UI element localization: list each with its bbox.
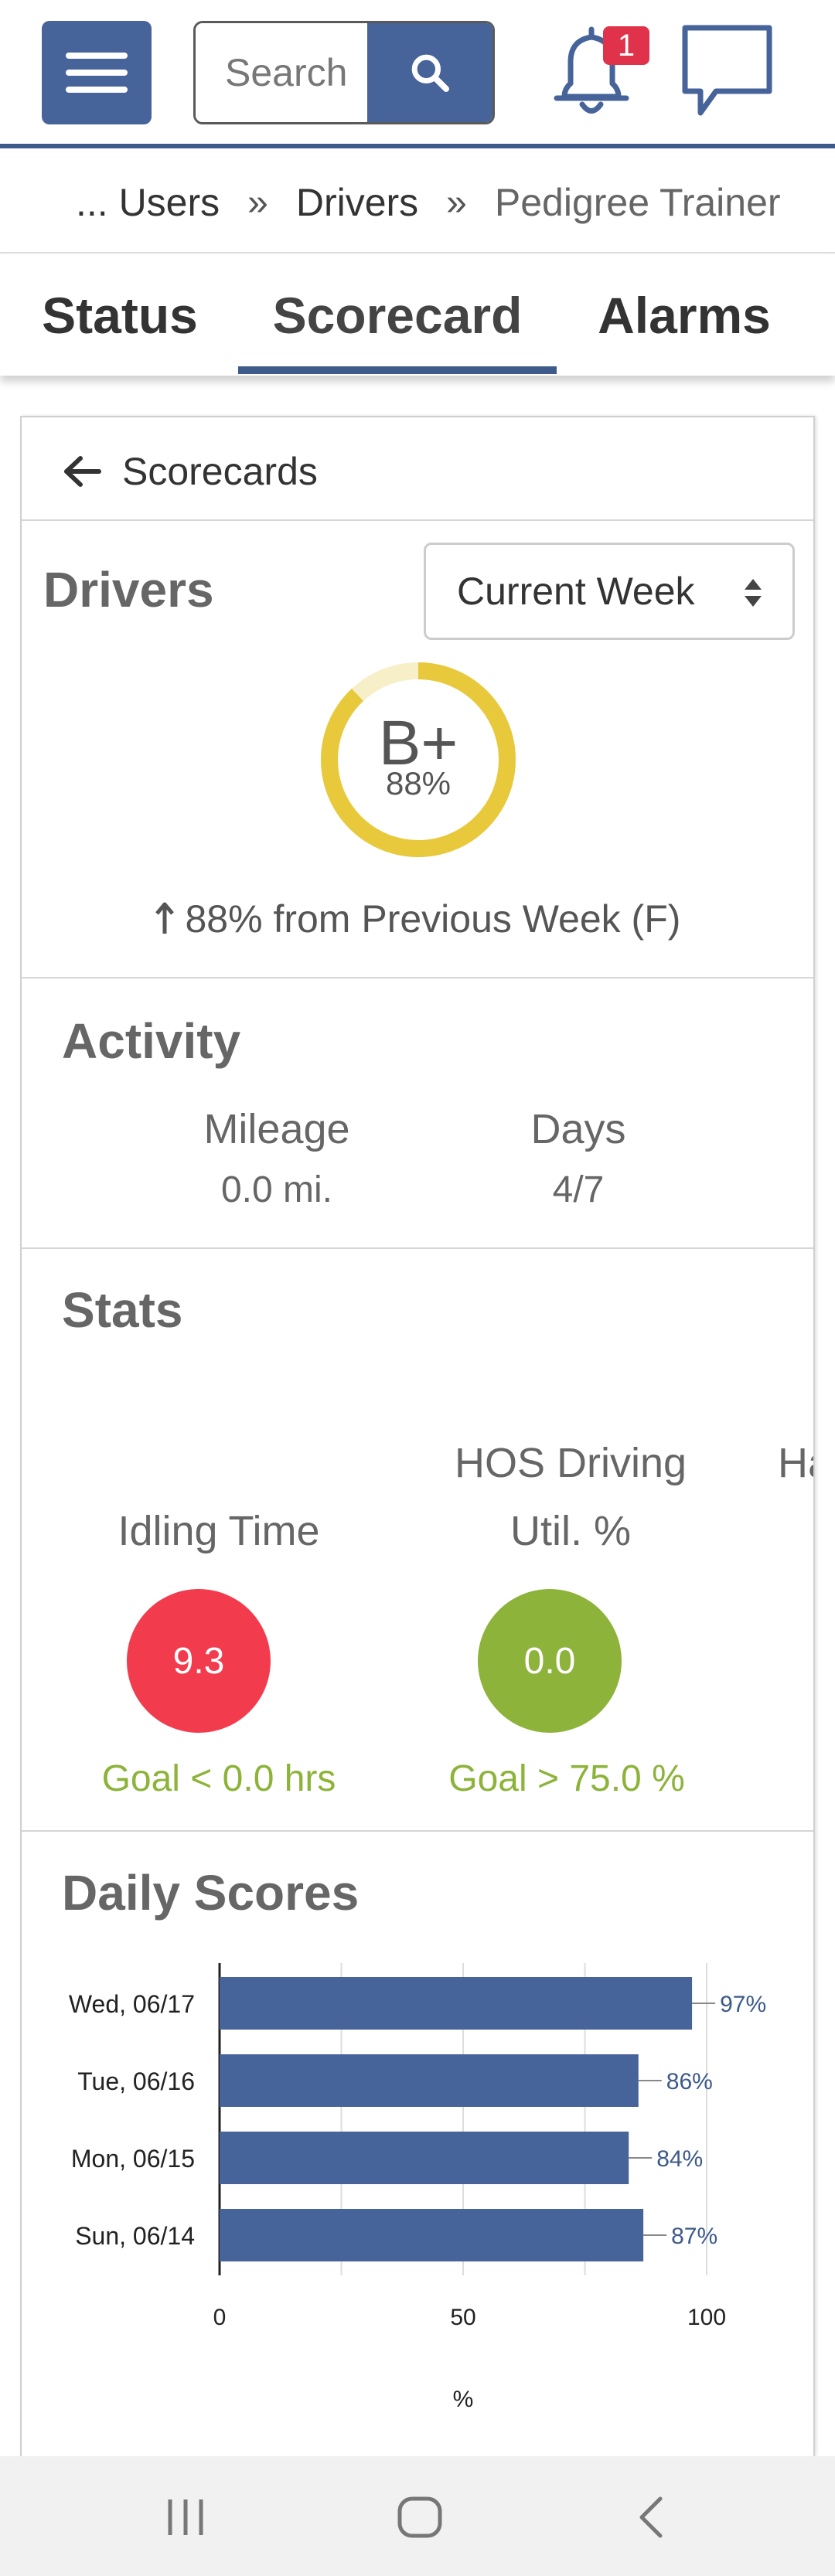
menu-bar — [66, 53, 128, 59]
double-chevron-right-icon: » — [247, 182, 268, 223]
notification-badge: 1 — [603, 26, 649, 65]
drivers-title: Drivers — [43, 562, 214, 618]
divider — [22, 1247, 813, 1249]
activity-title: Activity — [62, 1013, 241, 1069]
category-label: Sun, 06/14 — [75, 2222, 195, 2250]
divider — [22, 1830, 813, 1832]
arrow-up-icon — [155, 902, 174, 934]
category-label: Wed, 06/17 — [69, 1990, 195, 2018]
bar — [220, 2132, 629, 2184]
back-icon[interactable] — [634, 2495, 668, 2540]
days-label: Days — [530, 1106, 626, 1152]
period-select[interactable]: Current Week — [424, 543, 795, 640]
tab-scorecard[interactable]: Scorecard — [238, 255, 557, 376]
hamburger-menu-button[interactable] — [42, 21, 152, 124]
breadcrumb-users[interactable]: ... Users — [76, 180, 220, 225]
idling-time-label: Idling Time — [118, 1508, 320, 1554]
back-label: Scorecards — [122, 450, 318, 493]
bar — [220, 2054, 639, 2107]
idling-time-value: 9.3 — [172, 1640, 225, 1682]
sort-arrows-icon — [745, 579, 762, 607]
hos-driving-circle: 0.0 — [478, 1589, 622, 1733]
tab-status[interactable]: Status — [31, 255, 209, 376]
breadcrumb-current: Pedigree Trainer — [494, 181, 781, 224]
scorecard-card: Scorecards Drivers Current Week B+ 88% 8… — [20, 416, 815, 2456]
mileage-label: Mileage — [203, 1106, 350, 1152]
hos-driving-value: 0.0 — [523, 1640, 576, 1682]
home-icon[interactable] — [396, 2495, 444, 2540]
idling-time-circle: 9.3 — [127, 1589, 271, 1733]
divider — [22, 519, 813, 521]
double-chevron-right-icon: » — [446, 182, 467, 223]
daily-scores-chart: Wed, 06/17 97% Tue, 06/16 86% Mon, 06/15 84% S… — [69, 1963, 766, 2412]
search-button[interactable] — [367, 23, 492, 122]
value-label: 97% — [720, 1992, 766, 2017]
x-tick-label: 100 — [687, 2305, 726, 2330]
period-select-value: Current Week — [457, 570, 695, 613]
tab-alarms[interactable]: Alarms — [588, 255, 781, 376]
trend-text: 88% from Previous Week (F) — [22, 897, 813, 941]
search-input[interactable] — [196, 23, 367, 122]
bar — [220, 2209, 644, 2261]
idling-time-goal: Goal < 0.0 hrs — [101, 1758, 336, 1799]
back-to-scorecards-link[interactable]: Scorecards — [62, 441, 318, 502]
arrow-left-icon — [64, 456, 101, 487]
breadcrumb: ... Users » Drivers » Pedigree Trainer — [0, 153, 835, 254]
search-box — [193, 21, 495, 124]
category-label: Tue, 06/16 — [77, 2067, 195, 2095]
menu-bar — [66, 70, 128, 76]
value-label: 84% — [656, 2146, 703, 2172]
category-label: Mon, 06/15 — [71, 2145, 195, 2173]
x-axis-label: % — [453, 2387, 474, 2412]
breadcrumb-drivers[interactable]: Drivers — [296, 180, 418, 225]
app-header: 1 — [0, 0, 835, 148]
days-value: 4/7 — [552, 1169, 605, 1210]
chat-icon[interactable] — [679, 23, 775, 120]
hos-driving-label-line1: HOS Driving — [454, 1440, 687, 1486]
x-tick-label: 0 — [213, 2305, 227, 2330]
system-nav-bar — [0, 2456, 835, 2576]
score-percent: 88% — [385, 765, 452, 801]
trend-value: 88% from Previous Week (F) — [185, 897, 681, 941]
hos-driving-goal: Goal > 75.0 % — [448, 1758, 685, 1799]
bar — [220, 1977, 693, 2030]
x-tick-label: 50 — [450, 2305, 475, 2330]
hos-driving-label-line2: Util. % — [510, 1508, 631, 1554]
stats-title: Stats — [62, 1282, 183, 1338]
value-label: 86% — [666, 2069, 713, 2094]
menu-bar — [66, 87, 128, 93]
divider — [22, 977, 813, 978]
tab-bar: Status Scorecard Alarms — [0, 255, 835, 376]
value-label: 87% — [671, 2224, 717, 2249]
mileage-value: 0.0 mi. — [220, 1169, 333, 1210]
search-icon — [411, 54, 449, 92]
daily-scores-title: Daily Scores — [62, 1865, 360, 1921]
partial-stat-label: Ha — [778, 1440, 813, 1486]
recent-apps-icon[interactable] — [162, 2496, 209, 2538]
active-tab-indicator — [238, 366, 557, 374]
